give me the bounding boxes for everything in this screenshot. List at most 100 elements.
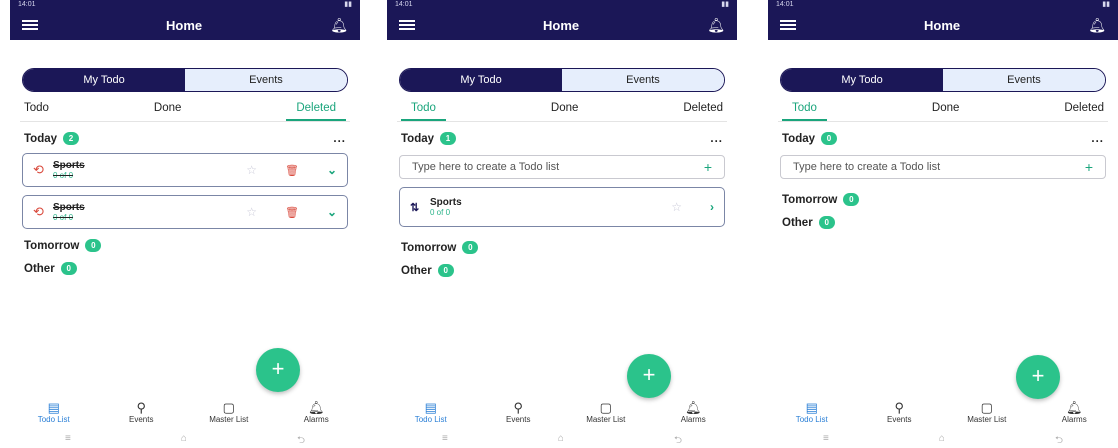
segment-my-todo[interactable]: My Todo: [400, 69, 562, 91]
master-list-icon: ▢: [222, 400, 235, 415]
task-card[interactable]: ⇅ Sports 0 of 0 ☆ ›: [399, 187, 725, 227]
tab-done[interactable]: Done: [154, 102, 182, 121]
home-icon[interactable]: ⌂: [939, 433, 945, 448]
nav-todo-list[interactable]: ▤ Todo List: [14, 400, 94, 424]
nav-alarms[interactable]: 🔔︎ Alarms: [1034, 400, 1114, 424]
alarm-bell-icon: 🔔︎: [307, 400, 325, 415]
recents-icon[interactable]: ≡: [65, 433, 71, 448]
more-options-icon[interactable]: ...: [333, 133, 346, 145]
other-count-badge: 0: [818, 216, 835, 229]
section-other: Other 0: [24, 262, 346, 275]
status-tabs: Todo Done Deleted: [401, 102, 723, 121]
section-tomorrow-label: Tomorrow: [24, 239, 80, 252]
more-options-icon[interactable]: ...: [710, 133, 723, 145]
chevron-down-icon[interactable]: ⌄: [327, 205, 337, 219]
status-icons: ▮▮: [1102, 1, 1110, 8]
restore-icon[interactable]: ⟲: [33, 204, 53, 220]
star-icon[interactable]: ☆: [246, 205, 257, 219]
nav-events[interactable]: ⚲ Events: [101, 400, 181, 424]
tab-todo[interactable]: Todo: [782, 102, 827, 121]
create-todo-input[interactable]: Type here to create a Todo list +: [780, 155, 1106, 179]
tab-deleted[interactable]: Deleted: [683, 102, 723, 121]
segment-my-todo[interactable]: My Todo: [23, 69, 185, 91]
nav-events[interactable]: ⚲ Events: [859, 400, 939, 424]
tab-deleted[interactable]: Deleted: [286, 102, 346, 121]
star-icon[interactable]: ☆: [246, 163, 257, 177]
section-tomorrow: Tomorrow 0: [782, 193, 1104, 206]
chevron-right-icon[interactable]: ›: [710, 200, 714, 214]
home-icon[interactable]: ⌂: [181, 433, 187, 448]
nav-master-list[interactable]: ▢ Master List: [947, 400, 1027, 424]
nav-master-list[interactable]: ▢ Master List: [566, 400, 646, 424]
segment-events[interactable]: Events: [943, 69, 1105, 91]
todo-events-toggle: My Todo Events: [22, 68, 348, 92]
tab-deleted[interactable]: Deleted: [1064, 102, 1104, 121]
create-todo-input[interactable]: Type here to create a Todo list +: [399, 155, 725, 179]
restore-icon[interactable]: ⟲: [33, 162, 53, 178]
app-bar: Home 🔔︎: [10, 10, 360, 40]
app-bar: Home 🔔︎: [768, 10, 1118, 40]
page-title: Home: [924, 17, 961, 33]
divider: [397, 121, 727, 122]
section-today: Today 2 ...: [24, 132, 346, 145]
segment-events[interactable]: Events: [562, 69, 724, 91]
section-other-label: Other: [401, 264, 432, 277]
today-count-badge: 2: [63, 132, 80, 145]
app-bar: Home 🔔︎: [387, 10, 737, 40]
notification-bell-icon[interactable]: 🔔︎: [707, 17, 725, 34]
bicycle-icon: ⚲: [136, 400, 147, 415]
nav-events[interactable]: ⚲ Events: [478, 400, 558, 424]
add-button[interactable]: +: [256, 348, 300, 392]
notification-bell-icon[interactable]: 🔔︎: [1088, 17, 1106, 34]
home-icon[interactable]: ⌂: [558, 433, 564, 448]
recents-icon[interactable]: ≡: [823, 433, 829, 448]
system-nav-bar: ≡ ⌂ ⮌: [10, 433, 360, 448]
tab-todo[interactable]: Todo: [24, 102, 49, 121]
menu-icon[interactable]: [22, 20, 38, 30]
star-icon[interactable]: ☆: [671, 200, 682, 214]
tab-done[interactable]: Done: [551, 102, 579, 121]
menu-icon[interactable]: [399, 20, 415, 30]
sort-icon[interactable]: ⇅: [410, 201, 430, 214]
delete-icon[interactable]: 🗑︎: [285, 206, 299, 219]
other-count-badge: 0: [60, 262, 77, 275]
segment-events[interactable]: Events: [185, 69, 347, 91]
status-icons: ▮▮: [344, 1, 352, 8]
add-todo-icon[interactable]: +: [1085, 159, 1093, 175]
add-button[interactable]: +: [627, 354, 671, 398]
chevron-down-icon[interactable]: ⌄: [327, 163, 337, 177]
section-today: Today 0 ...: [782, 132, 1104, 145]
tab-done[interactable]: Done: [932, 102, 960, 121]
back-icon[interactable]: ⮌: [674, 433, 682, 448]
notification-bell-icon[interactable]: 🔔︎: [330, 17, 348, 34]
task-card[interactable]: ⟲ Sports 0 of 0 ☆ 🗑︎ ⌄: [22, 195, 348, 229]
segment-my-todo[interactable]: My Todo: [781, 69, 943, 91]
nav-alarms[interactable]: 🔔︎ Alarms: [653, 400, 733, 424]
task-name: Sports 0 of 0: [53, 202, 85, 222]
tomorrow-count-badge: 0: [462, 241, 479, 254]
add-todo-icon[interactable]: +: [704, 159, 712, 175]
add-button[interactable]: +: [1016, 355, 1060, 399]
status-icons: ▮▮: [721, 1, 729, 8]
nav-alarms[interactable]: 🔔︎ Alarms: [276, 400, 356, 424]
nav-todo-list[interactable]: ▤ Todo List: [772, 400, 852, 424]
menu-icon[interactable]: [780, 20, 796, 30]
delete-icon[interactable]: 🗑︎: [285, 164, 299, 177]
todo-list-icon: ▤: [47, 400, 60, 415]
more-options-icon[interactable]: ...: [1091, 133, 1104, 145]
nav-todo-list[interactable]: ▤ Todo List: [391, 400, 471, 424]
back-icon[interactable]: ⮌: [1055, 433, 1063, 448]
section-today: Today 1 ...: [401, 132, 723, 145]
status-bar: 14:01 ▮▮: [768, 0, 1118, 10]
tab-todo[interactable]: Todo: [401, 102, 446, 121]
system-nav-bar: ≡ ⌂ ⮌: [387, 433, 737, 448]
recents-icon[interactable]: ≡: [442, 433, 448, 448]
section-other: Other 0: [782, 216, 1104, 229]
tomorrow-count-badge: 0: [85, 239, 102, 252]
system-nav-bar: ≡ ⌂ ⮌: [768, 433, 1118, 448]
status-bar: 14:01 ▮▮: [10, 0, 360, 10]
todo-events-toggle: My Todo Events: [780, 68, 1106, 92]
nav-master-list[interactable]: ▢ Master List: [189, 400, 269, 424]
back-icon[interactable]: ⮌: [297, 433, 305, 448]
task-card[interactable]: ⟲ Sports 0 of 0 ☆ 🗑︎ ⌄: [22, 153, 348, 187]
